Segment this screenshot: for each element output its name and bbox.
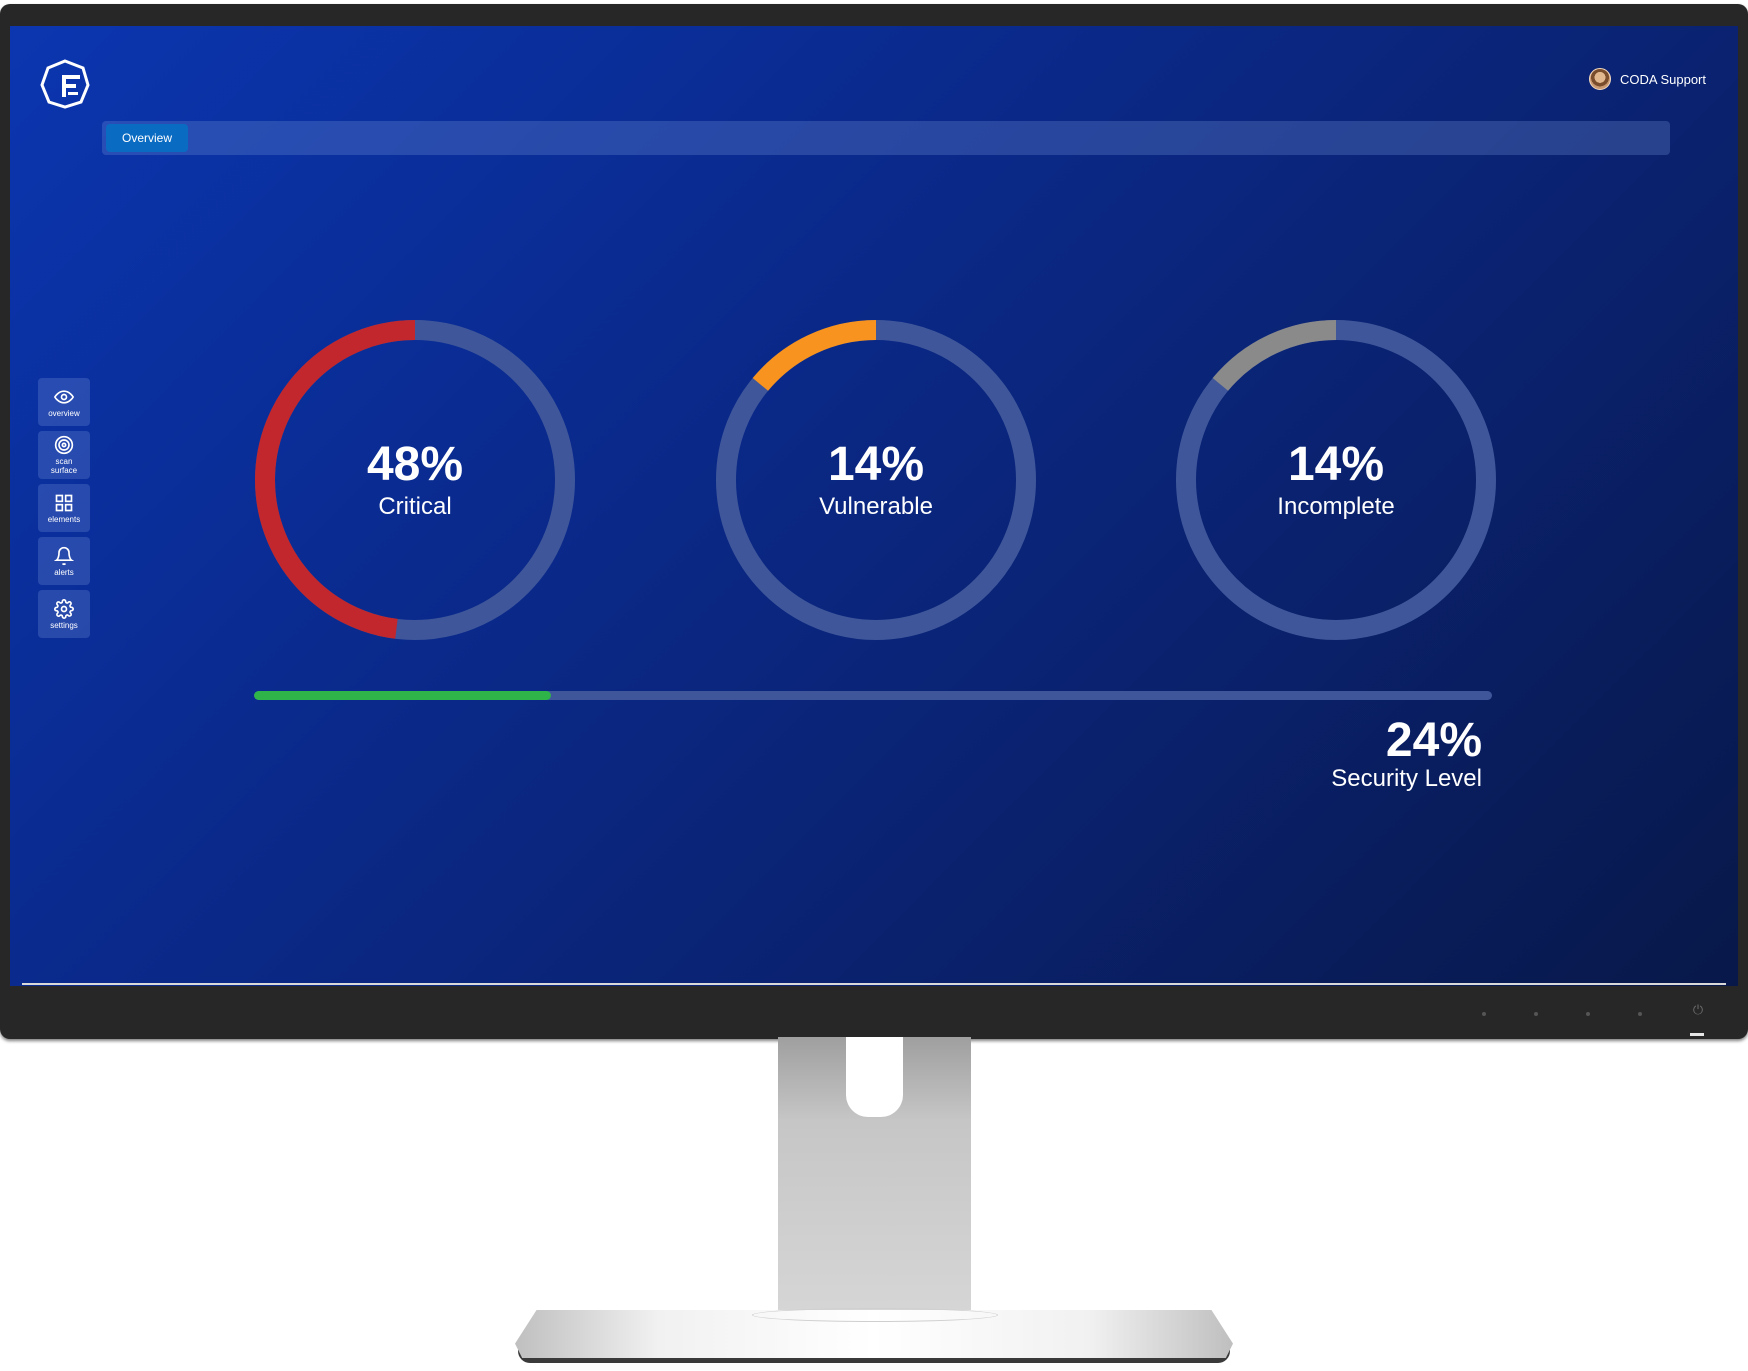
stand-cable-slot [846,1037,903,1117]
sidebar-item-overview[interactable]: overview [38,378,90,426]
power-led [1690,1033,1704,1036]
gauge-label: Critical [378,493,452,520]
sidebar-item-alerts[interactable]: alerts [38,537,90,585]
user-name: CODA Support [1620,71,1706,87]
gauge-value: 14% [827,438,925,491]
sidebar-item-settings[interactable]: settings [38,590,90,638]
sidebar-item-label: elements [47,514,81,524]
eye-icon [54,389,74,404]
power-icon: ⏻ [1692,1003,1704,1018]
bezel-button [1586,1012,1590,1016]
grid-icon [55,494,73,511]
screen: CODA Support Overview overview scan surf… [10,26,1738,986]
gear-icon [54,598,74,619]
tab-bar: Overview [102,121,1670,155]
security-label: Security Level [1331,765,1482,792]
monitor-frame: CODA Support Overview overview scan surf… [0,4,1748,1039]
sidebar-item-label: overview [48,408,80,418]
bell-icon [54,546,74,565]
security-progress-bar [254,691,1492,700]
gauge-incomplete: 14% Incomplete [1175,319,1497,641]
sidebar-item-label: alerts [54,567,74,577]
gauge-vulnerable: 14% Vulnerable [715,319,1037,641]
target-icon [54,435,74,455]
sidebar-item-scan-surface[interactable]: scan surface [38,431,90,479]
sidebar: overview scan surface elements alerts se… [38,378,90,643]
bezel-button [1482,1012,1486,1016]
bezel-button [1534,1012,1538,1016]
app-logo-icon [40,59,90,109]
security-progress-fill [254,691,552,700]
gauge-critical: 48% Critical [254,319,576,641]
sidebar-item-elements[interactable]: elements [38,484,90,532]
gauge-value: 48% [366,438,464,491]
stand-base-ring [752,1308,998,1322]
gauge-label: Vulnerable [819,493,933,520]
gauge-value: 14% [1287,438,1385,491]
tab-overview[interactable]: Overview [106,124,189,152]
security-level: 24% Security Level [1331,716,1482,792]
avatar [1589,68,1611,90]
bezel-button [1638,1012,1642,1016]
user-menu[interactable]: CODA Support [1589,68,1706,90]
gauge-label: Incomplete [1277,493,1395,520]
security-value: 24% [1385,714,1482,767]
bezel-line [22,983,1726,985]
sidebar-item-label: scan surface [50,457,78,475]
sidebar-item-label: settings [50,620,78,630]
